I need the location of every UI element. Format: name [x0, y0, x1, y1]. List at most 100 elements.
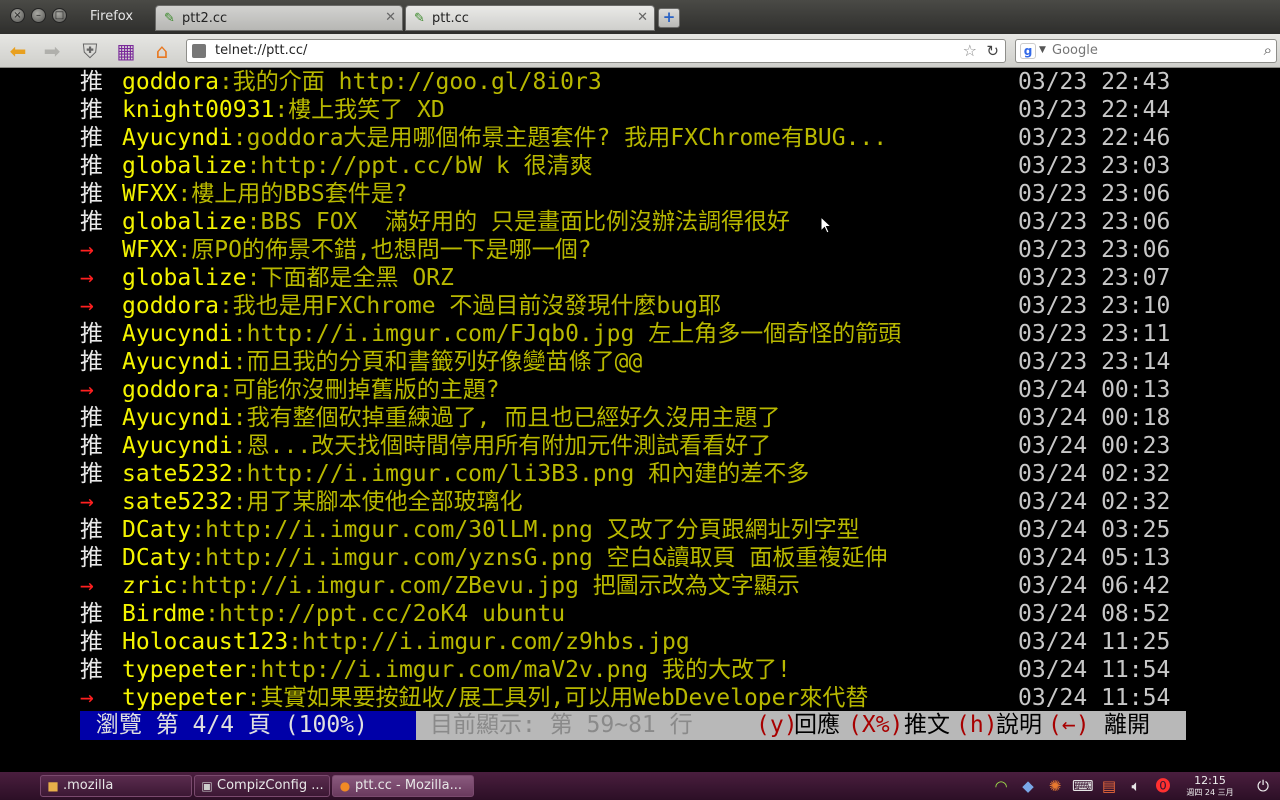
volume-icon[interactable]: 🔈︎ [1126, 776, 1146, 796]
google-engine-icon[interactable]: g [1020, 43, 1036, 59]
tab-label: ptt.cc [432, 11, 469, 26]
back-icon[interactable]: ⬅ [6, 39, 30, 63]
bottom-panel: ■ .mozilla ▣ CompizConfig ... ● ptt.cc -… [0, 772, 1280, 800]
chevron-down-icon[interactable]: ▼ [1039, 45, 1046, 55]
reply-label: 回應 [794, 712, 840, 738]
task-label: .mozilla [63, 778, 114, 793]
search-icon[interactable]: ⌕ [1264, 41, 1272, 59]
reply-key[interactable]: (y) [756, 711, 798, 740]
push-key[interactable]: (X%) [848, 711, 903, 740]
arrow-mark: → [80, 293, 94, 319]
comment-author: goddora:可能你沒刪掉舊版的主題? [122, 376, 500, 404]
author-id: globalize [122, 209, 247, 235]
comment-row: 推 Birdme:http://ppt.cc/2oK4 ubuntu 03/24 0… [80, 600, 1190, 628]
comment-row: → globalize:下面都是全黑 ORZ 03/23 23:07 [80, 264, 1190, 292]
grid-addon-icon[interactable]: ▦ [114, 39, 138, 63]
comment-text: :http://i.imgur.com/ZBevu.jpg 把圖示改為文字顯示 [177, 573, 800, 599]
help-label: 說明 [996, 712, 1042, 738]
folder-icon: ■ [47, 779, 59, 793]
leave-key[interactable]: (←) [1048, 711, 1090, 740]
forward-icon[interactable]: ➡ [40, 39, 64, 63]
close-window-button[interactable]: × [10, 8, 25, 23]
author-id: Ayucyndi [122, 125, 233, 151]
comment-timestamp: 03/23 23:07 [1018, 265, 1171, 291]
author-id: Ayucyndi [122, 321, 233, 347]
telnet-terminal[interactable]: 推 goddora :我的介面 http://goo.gl/8i0r3 03/23 2… [0, 68, 1280, 772]
author-id: goddora [122, 293, 219, 319]
comment-text: :可能你沒刪掉舊版的主題? [218, 377, 500, 403]
comment-author: Ayucyndi:恩...改天找個時間停用所有附加元件測試看看好了 [122, 432, 771, 460]
window-icon: ▣ [201, 779, 213, 793]
addon-shield-icon[interactable]: ⛨ [78, 39, 102, 63]
comment-row: 推 Ayucyndi:恩...改天找個時間停用所有附加元件測試看看好了 03/24 … [80, 432, 1190, 460]
comment-timestamp: 03/24 08:52 [1018, 601, 1171, 627]
author-id: globalize [122, 153, 247, 179]
comment-author: Ayucyndi:goddora大是用哪個佈景主題套件? 我用FXChrome有… [122, 124, 887, 152]
mail-icon[interactable]: ▤ [1099, 776, 1119, 796]
comment-text: :用了某腳本使他全部玻璃化 [232, 489, 523, 515]
comment-row: 推 Ayucyndi:http://i.imgur.com/FJqb0.jpg 左… [80, 320, 1190, 348]
comment-timestamp: 03/24 00:18 [1018, 405, 1171, 431]
comment-author: DCaty:http://i.imgur.com/yznsG.png 空白&讀取… [122, 544, 887, 572]
comment-text: :我的介面 http://goo.gl/8i0r3 [218, 69, 602, 95]
task-mozilla-folder[interactable]: ■ .mozilla [40, 775, 192, 797]
comment-row: 推 globalize:BBS FOX 滿好用的 只是畫面比例沒辦法調得很好 03/… [80, 208, 1190, 236]
comment-text: :我也是用FXChrome 不過目前沒發現什麼bug耶 [218, 293, 721, 319]
new-tab-button[interactable]: + [658, 8, 680, 28]
update-icon[interactable]: ⓿ [1153, 776, 1173, 796]
tab-close-icon[interactable]: ✕ [637, 10, 648, 25]
task-compizconfig[interactable]: ▣ CompizConfig ... [194, 775, 330, 797]
comment-text: :http://i.imgur.com/maV2v.png 我的大改了! [246, 657, 791, 683]
search-input[interactable] [1052, 43, 1252, 58]
comment-row: → goddora:可能你沒刪掉舊版的主題? 03/24 00:13 [80, 376, 1190, 404]
comment-author: Ayucyndi:http://i.imgur.com/FJqb0.jpg 左上… [122, 320, 901, 348]
push-mark: 推 [80, 69, 103, 95]
task-firefox[interactable]: ● ptt.cc - Mozilla... [332, 775, 474, 797]
comment-row: 推 Ayucyndi:goddora大是用哪個佈景主題套件? 我用FXChrome… [80, 124, 1190, 152]
keyboard-icon[interactable]: ⌨ [1072, 776, 1094, 796]
ubuntu-one-icon[interactable]: ✺ [1045, 776, 1065, 796]
arrow-mark: → [80, 237, 94, 263]
tab-ptt2[interactable]: ✎ ptt2.cc ✕ [155, 5, 403, 31]
author-id: globalize [122, 265, 247, 291]
reload-icon[interactable]: ↻ [986, 42, 999, 60]
comment-author: zric:http://i.imgur.com/ZBevu.jpg 把圖示改為文… [122, 572, 800, 600]
comment-row: 推 DCaty:http://i.imgur.com/30lLM.png 又改了分… [80, 516, 1190, 544]
bookmark-star-icon[interactable]: ☆ [963, 41, 977, 60]
author-id: typepeter [122, 657, 247, 683]
leave-label: 離開 [1104, 712, 1150, 738]
clock[interactable]: 12:15 週四 24 三月 [1180, 774, 1240, 798]
comment-timestamp: 03/23 22:43 [1018, 69, 1171, 95]
dropbox-icon[interactable]: ◆ [1018, 776, 1038, 796]
ptt-favicon-icon: ✎ [414, 11, 425, 26]
comment-timestamp: 03/24 11:54 [1018, 685, 1171, 711]
tab-ptt[interactable]: ✎ ptt.cc ✕ [405, 5, 655, 31]
comment-text: :http://i.imgur.com/30lLM.png 又改了分頁跟網址列字… [191, 517, 860, 543]
wifi-icon[interactable]: ◠ [991, 776, 1011, 796]
author-id: Ayucyndi [122, 405, 233, 431]
help-key[interactable]: (h) [956, 711, 998, 740]
push-mark: 推 [80, 349, 103, 375]
comment-text: :http://i.imgur.com/li3B3.png 和內建的差不多 [232, 461, 810, 487]
comment-timestamp: 03/24 05:13 [1018, 545, 1171, 571]
comment-timestamp: 03/24 00:23 [1018, 433, 1171, 459]
search-bar[interactable]: g ▼ ⌕ [1015, 39, 1277, 63]
site-identity-icon[interactable] [192, 44, 206, 58]
home-icon[interactable]: ⌂ [150, 39, 174, 63]
push-mark: 推 [80, 517, 103, 543]
url-bar[interactable]: telnet://ptt.cc/ ☆ ↻ [186, 39, 1006, 63]
comment-timestamp: 03/23 22:46 [1018, 125, 1171, 151]
comment-row: → typepeter:其實如果要按鈕收/展工具列,可以用WebDeveloper… [80, 684, 1190, 712]
comment-author: sate5232:用了某腳本使他全部玻璃化 [122, 488, 523, 516]
tab-close-icon[interactable]: ✕ [385, 10, 396, 25]
navigation-toolbar: ⬅ ➡ ⛨ ▦ ⌂ telnet://ptt.cc/ ☆ ↻ g ▼ ⌕ [0, 34, 1280, 68]
power-icon[interactable]: ⏻ [1253, 776, 1273, 796]
comment-row: → zric:http://i.imgur.com/ZBevu.jpg 把圖示改為… [80, 572, 1190, 600]
comment-row: 推 Ayucyndi:而且我的分頁和書籤列好像變苗條了@@ 03/23 23:14 [80, 348, 1190, 376]
url-text[interactable]: telnet://ptt.cc/ [215, 43, 307, 58]
author-id: DCaty [122, 517, 192, 543]
minimize-window-button[interactable]: – [31, 8, 46, 23]
comment-row: 推 Ayucyndi:我有整個砍掉重練過了, 而且也已經好久沒用主題了 03/24 … [80, 404, 1190, 432]
maximize-window-button[interactable]: □ [52, 8, 67, 23]
comment-timestamp: 03/23 23:10 [1018, 293, 1171, 319]
